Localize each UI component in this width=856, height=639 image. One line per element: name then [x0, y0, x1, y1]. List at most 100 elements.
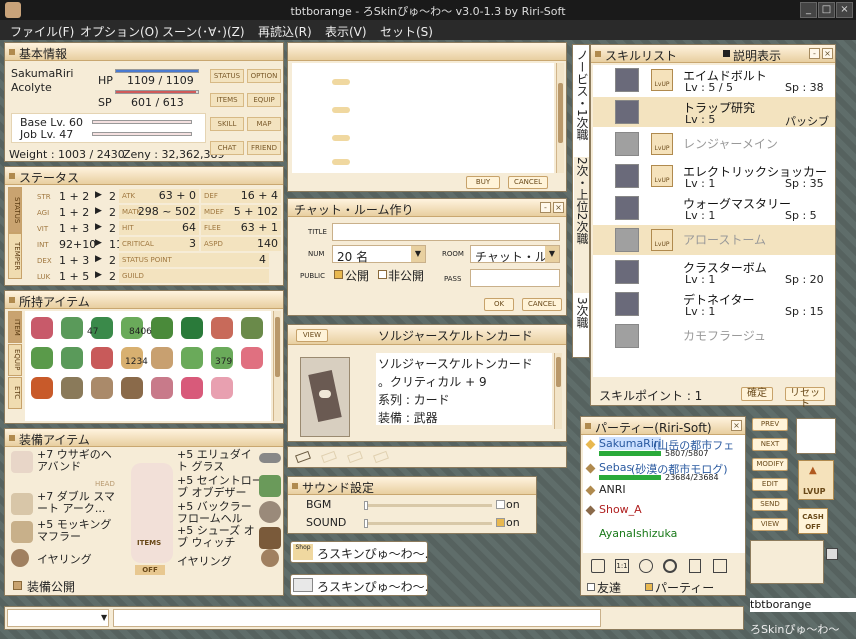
- equip-glasses[interactable]: +5 エリュダイト グラス: [177, 449, 257, 473]
- menu-reload[interactable]: 再読込(R): [258, 23, 312, 40]
- equip-button[interactable]: EQUIP: [247, 93, 281, 107]
- earring-icon[interactable]: [11, 549, 29, 567]
- shop-scrollbar[interactable]: [556, 63, 564, 173]
- weapon-icon[interactable]: [11, 493, 33, 515]
- item-icon[interactable]: [91, 377, 113, 399]
- item-icon[interactable]: [211, 317, 233, 339]
- leave-icon[interactable]: [713, 559, 727, 573]
- stat-up-arrow-icon[interactable]: ▶: [95, 206, 102, 216]
- chevron-down-icon[interactable]: ▼: [411, 246, 425, 262]
- party-member[interactable]: Show_A: [583, 503, 745, 525]
- maximize-button[interactable]: □: [818, 2, 835, 18]
- whisper-target-input[interactable]: [7, 609, 109, 627]
- tab-novice-1st[interactable]: ノービス・1次職: [574, 49, 589, 157]
- prev-button[interactable]: PREV: [752, 418, 788, 431]
- quick-slot-icon[interactable]: [373, 450, 389, 464]
- edit-button[interactable]: EDIT: [752, 478, 788, 491]
- map-button[interactable]: MAP: [247, 117, 281, 131]
- item-scrollbar[interactable]: [273, 311, 281, 421]
- send-button[interactable]: SEND: [752, 498, 788, 511]
- close-icon[interactable]: ×: [553, 202, 564, 213]
- equip-robe[interactable]: +5 セイントローブ オブデザー: [177, 475, 263, 499]
- public-closed-radio[interactable]: [378, 270, 387, 279]
- item-icon[interactable]: [31, 377, 53, 399]
- friend-tab[interactable]: 友達: [597, 579, 621, 596]
- option-button[interactable]: OPTION: [247, 69, 281, 83]
- tab-etc[interactable]: ETC: [8, 377, 22, 409]
- close-icon[interactable]: ×: [822, 48, 833, 59]
- cancel-button[interactable]: CANCEL: [508, 176, 548, 189]
- item-icon[interactable]: [31, 317, 53, 339]
- skill-lvup-button[interactable]: LvUP: [651, 133, 673, 155]
- party-member[interactable]: Sebas (砂漠の都市モログ) 23684/23684: [583, 461, 745, 483]
- skill-row[interactable]: クラスターボム Lv : 1 Sp : 20: [593, 257, 835, 287]
- one-to-one-icon[interactable]: 1:1: [615, 559, 629, 573]
- glasses-icon[interactable]: [259, 453, 281, 463]
- skill-row[interactable]: トラップ研究 Lv : 5 パッシブ: [593, 97, 835, 128]
- party-tab[interactable]: パーティー: [655, 579, 714, 596]
- skill-row[interactable]: LvUP アローストーム: [593, 225, 835, 255]
- cash-off-button[interactable]: CASH OFF: [798, 508, 828, 534]
- tab-equip[interactable]: EQUIP: [8, 344, 22, 376]
- earring-icon[interactable]: [261, 549, 279, 567]
- menu-option[interactable]: オプション(O): [80, 23, 159, 40]
- skill-row[interactable]: デトネイター Lv : 1 Sp : 15: [593, 289, 835, 319]
- item-icon[interactable]: [61, 317, 83, 339]
- tab-item[interactable]: ITEM: [8, 311, 22, 343]
- view-button[interactable]: VIEW: [296, 329, 328, 342]
- cancel-button[interactable]: CANCEL: [522, 298, 562, 311]
- quick-slot-icon[interactable]: [347, 450, 363, 464]
- headband-icon[interactable]: [11, 451, 33, 473]
- window-header[interactable]: VIEW ソルジャースケルトンカード: [288, 325, 566, 345]
- menu-view[interactable]: 表示(V): [325, 23, 367, 40]
- chat-button[interactable]: CHAT: [210, 141, 244, 155]
- skill-lvup-button[interactable]: LvUP: [651, 229, 673, 251]
- close-icon[interactable]: ×: [731, 420, 742, 431]
- quick-slot-icon[interactable]: [295, 450, 311, 464]
- lock-icon[interactable]: [826, 548, 838, 560]
- stat-up-arrow-icon[interactable]: ▶: [95, 238, 102, 248]
- friend-button[interactable]: FRIEND: [247, 141, 281, 155]
- equip-public-checkbox[interactable]: [13, 581, 22, 590]
- chevron-down-icon[interactable]: ▼: [101, 610, 111, 626]
- minimize-icon[interactable]: -: [540, 202, 551, 213]
- window-header[interactable]: 基本情報: [5, 43, 283, 61]
- muffler-icon[interactable]: [11, 521, 33, 543]
- item-icon[interactable]: [61, 377, 83, 399]
- party-member[interactable]: ANRI: [583, 483, 745, 505]
- party-checkbox[interactable]: [645, 583, 653, 591]
- view-button[interactable]: VIEW: [752, 518, 788, 531]
- skill-row[interactable]: LvUP レンジャーメイン: [593, 129, 835, 159]
- party-member[interactable]: AyanaIshizuka: [583, 527, 745, 549]
- ok-button[interactable]: OK: [484, 298, 514, 311]
- party-add-icon[interactable]: [591, 559, 605, 573]
- shoes-icon[interactable]: [259, 527, 281, 549]
- room-select[interactable]: チャット・ルー ▼: [470, 245, 560, 263]
- window-header[interactable]: 装備アイテム: [5, 429, 283, 447]
- equip-weapon[interactable]: +7 ダブル スマート アーク...: [37, 491, 117, 515]
- item-icon[interactable]: [181, 347, 203, 369]
- item-icon[interactable]: [91, 347, 113, 369]
- equip-muffler[interactable]: +5 モッキング マフラー: [37, 519, 117, 543]
- sound-slider[interactable]: [364, 519, 492, 528]
- minimize-icon[interactable]: -: [809, 48, 820, 59]
- item-icon[interactable]: [151, 347, 173, 369]
- equip-head[interactable]: +7 ウサギのヘアバンド: [37, 449, 117, 473]
- item-icon[interactable]: [121, 377, 143, 399]
- menu-soon[interactable]: スーン(･∀･)(Z): [162, 23, 245, 40]
- equip-acc-right[interactable]: イヤリング: [177, 553, 232, 569]
- stat-up-arrow-icon[interactable]: ▶: [95, 222, 102, 232]
- equip-shield[interactable]: +5 バックラー フロームヘル: [177, 501, 263, 525]
- buy-button[interactable]: BUY: [466, 176, 500, 189]
- off-button[interactable]: OFF: [135, 565, 165, 575]
- bgm-slider[interactable]: [364, 501, 492, 510]
- items-button[interactable]: ITEMS: [210, 93, 244, 107]
- window-header[interactable]: パーティー(Riri-Soft) ×: [581, 417, 745, 435]
- item-icon[interactable]: [151, 377, 173, 399]
- sound-checkbox[interactable]: [496, 518, 505, 527]
- buckler-icon[interactable]: [259, 501, 281, 523]
- equip-shoes[interactable]: +5 シューズ オブ ウィッチ: [177, 525, 263, 549]
- item-icon[interactable]: [241, 317, 263, 339]
- item-icon[interactable]: [241, 347, 263, 369]
- status-button[interactable]: STATUS: [210, 69, 244, 83]
